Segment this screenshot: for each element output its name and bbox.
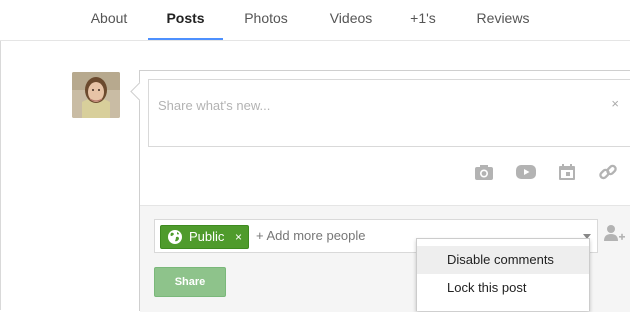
profile-tab-bar: About Posts Photos Videos +1's Reviews [0,0,630,41]
composer-placeholder: Share what's new... [158,98,271,113]
tab-about[interactable]: About [80,0,138,38]
post-composer-input[interactable]: Share what's new... × [148,79,630,147]
menu-item-lock-post[interactable]: Lock this post [417,274,589,302]
camera-icon[interactable] [474,162,494,182]
link-icon[interactable] [598,162,618,182]
audience-chip-public[interactable]: Public × [160,225,249,249]
share-button[interactable]: Share [154,267,226,297]
add-people-input[interactable]: + Add more people [256,228,366,243]
calendar-icon[interactable] [557,162,577,182]
tab-plus-ones[interactable]: +1's [401,0,445,38]
video-icon[interactable] [515,162,536,182]
menu-item-disable-comments[interactable]: Disable comments [417,246,589,274]
page-left-border [0,41,1,310]
globe-icon [167,229,183,245]
add-person-icon[interactable] [602,221,626,245]
share-box-pointer [130,82,149,101]
audience-chip-label: Public [189,229,225,244]
tab-posts[interactable]: Posts [148,0,223,40]
avatar[interactable] [72,72,120,118]
close-icon[interactable]: × [611,96,619,111]
tab-reviews[interactable]: Reviews [468,0,538,38]
remove-chip-icon[interactable]: × [235,226,242,248]
tab-photos[interactable]: Photos [233,0,299,38]
post-options-menu: Disable comments Lock this post [416,238,590,311]
tab-videos[interactable]: Videos [319,0,383,38]
